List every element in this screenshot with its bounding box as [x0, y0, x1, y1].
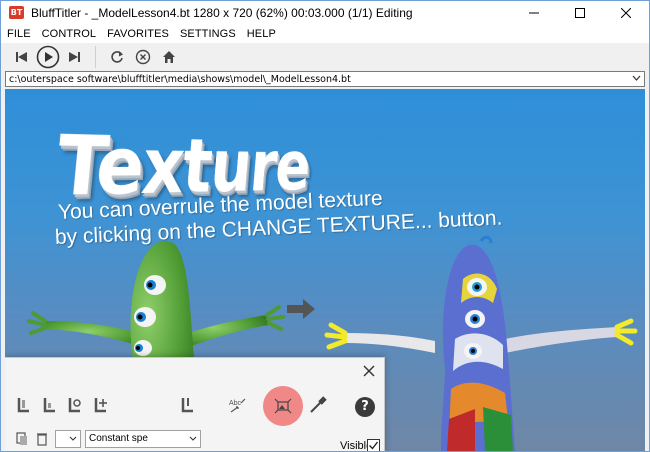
- play-icon: [36, 45, 60, 69]
- font-abc-icon: Abc: [229, 398, 246, 413]
- layer-tool-button-2[interactable]: [39, 394, 61, 416]
- layer-l-icon: [181, 398, 193, 413]
- panel-close-icon[interactable]: [362, 364, 376, 378]
- layer-add-icon: [94, 398, 107, 413]
- window-controls: [511, 1, 649, 25]
- chevron-down-icon: [69, 436, 77, 441]
- stop-icon: [135, 49, 151, 65]
- menu-bar: FILE CONTROL FAVORITES SETTINGS HELP: [1, 25, 649, 43]
- blufftitler-app-icon: BT: [8, 5, 26, 21]
- layer-tool-button-5[interactable]: [177, 394, 199, 416]
- preview-viewport[interactable]: Texture You can overrule the model textu…: [5, 89, 645, 451]
- chevron-down-icon: [189, 436, 197, 441]
- app-icon-text: BT: [9, 6, 24, 19]
- refresh-button[interactable]: [104, 44, 130, 70]
- step-back-button[interactable]: [9, 44, 35, 70]
- layer-duplicate-icon: [16, 432, 27, 445]
- svg-text:Abc: Abc: [229, 400, 242, 407]
- menu-favorites[interactable]: FAVORITES: [107, 28, 169, 40]
- home-button[interactable]: [156, 44, 182, 70]
- menu-settings[interactable]: SETTINGS: [180, 28, 236, 40]
- layer-tool-button-7[interactable]: [35, 428, 49, 450]
- eyedropper-icon: [310, 396, 327, 413]
- layer-select[interactable]: [55, 430, 81, 448]
- layer-tool-button-4[interactable]: [91, 394, 113, 416]
- help-button[interactable]: ?: [355, 397, 375, 417]
- change-texture-button[interactable]: [272, 395, 294, 417]
- app-window: BT BluffTitler - _ModelLesson4.bt 1280 x…: [0, 0, 650, 452]
- toolbar-separator: [95, 46, 96, 68]
- minimize-icon: [529, 12, 539, 14]
- animation-style-select[interactable]: Constant spe: [85, 430, 201, 448]
- toolbar: [1, 43, 649, 71]
- close-icon: [621, 8, 631, 18]
- show-path-value: c:\outerspace software\blufftitler\media…: [9, 73, 351, 85]
- visible-checkbox[interactable]: [367, 439, 380, 451]
- menu-help[interactable]: HELP: [247, 28, 276, 40]
- title-bar: BT BluffTitler - _ModelLesson4.bt 1280 x…: [1, 1, 649, 25]
- chevron-down-icon: [632, 75, 641, 81]
- stop-button[interactable]: [130, 44, 156, 70]
- layer-link-icon: [68, 398, 81, 413]
- animation-style-value: Constant spe: [89, 433, 148, 444]
- layer-tool-button-1[interactable]: [13, 394, 35, 416]
- change-font-button[interactable]: Abc: [227, 394, 249, 416]
- layer-l-icon: [43, 398, 55, 413]
- layer-l-icon: [17, 398, 29, 413]
- menu-file[interactable]: FILE: [7, 28, 31, 40]
- image-texture-icon: [274, 398, 292, 414]
- layer-tool-button-6[interactable]: [15, 428, 29, 450]
- change-color-button[interactable]: [307, 394, 329, 416]
- layer-tool-row: [13, 392, 117, 418]
- close-button[interactable]: [603, 1, 649, 25]
- show-path-dropdown[interactable]: c:\outerspace software\blufftitler\media…: [5, 71, 645, 87]
- refresh-icon: [111, 51, 123, 63]
- home-icon: [163, 51, 175, 63]
- maximize-icon: [575, 8, 585, 18]
- property-panel: Abc ? Constant spe Visible: [5, 357, 385, 451]
- layer-tool-button-3[interactable]: [65, 394, 87, 416]
- checkmark-icon: [369, 441, 379, 450]
- window-title: BluffTitler - _ModelLesson4.bt 1280 x 72…: [31, 6, 413, 20]
- minimize-button[interactable]: [511, 1, 557, 25]
- step-forward-button[interactable]: [61, 44, 87, 70]
- step-forward-icon: [69, 52, 80, 62]
- play-button[interactable]: [35, 44, 61, 70]
- layer-delete-icon: [37, 433, 47, 446]
- menu-control[interactable]: CONTROL: [42, 28, 96, 40]
- maximize-button[interactable]: [557, 1, 603, 25]
- step-back-icon: [16, 52, 27, 62]
